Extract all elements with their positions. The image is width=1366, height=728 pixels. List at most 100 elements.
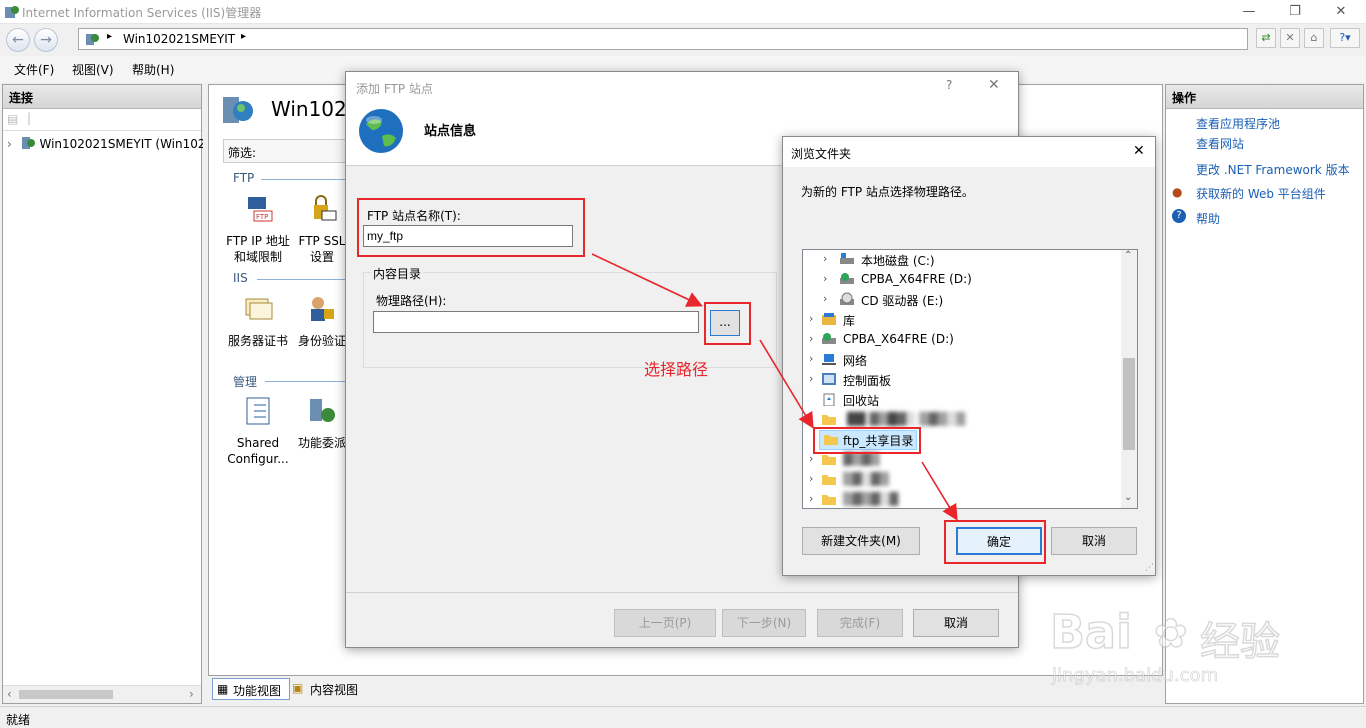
physical-path-input[interactable] [373,311,699,333]
action-get-web-platform[interactable]: 获取新的 Web 平台组件 [1196,185,1326,202]
browse-dialog-close-button[interactable]: ✕ [1133,143,1145,159]
chevron-right-icon[interactable]: › [809,312,813,325]
chevron-right-icon[interactable]: › [823,252,827,265]
resize-grip-icon[interactable]: ⋰ [1145,563,1154,573]
home-icon[interactable]: ⌂ [1304,28,1324,48]
tree-server-node[interactable]: › Win102021SMEYIT (Win102 [7,135,203,151]
user-lock-icon [311,297,334,321]
address-box[interactable]: ▸ Win102021SMEYIT ▸ [78,28,1248,50]
stop-icon[interactable]: ✕ [1280,28,1300,48]
tree-item-label: 控制面板 [843,374,892,388]
action-view-app-pools[interactable]: 查看应用程序池 [1196,115,1280,132]
tree-item-dvd-d-root[interactable]: › CPBA_X64FRE (D:) [809,330,1129,350]
globe-icon [359,109,403,153]
horizontal-scrollbar[interactable]: ‹ › [3,685,201,703]
action-help[interactable]: 帮助 [1196,210,1220,227]
browse-dialog-titlebar: 浏览文件夹 ✕ [783,137,1155,167]
close-button[interactable]: ✕ [1318,2,1364,22]
restore-button[interactable]: ❐ [1272,2,1318,22]
tree-server-label: Win102021SMEYIT (Win102 [39,137,203,151]
chevron-right-icon[interactable]: › [809,332,813,345]
scroll-up-icon[interactable]: ⌃ [1124,250,1132,261]
tree-item-local-disk[interactable]: › 本地磁盘 (C:) [823,250,1123,270]
new-connection-icon[interactable]: ▤ [7,112,18,126]
menu-view[interactable]: 视图(V) [72,61,114,78]
ftp-dialog-help-button[interactable]: ? [946,78,952,92]
connections-toolbar: ▤ | [3,109,201,131]
folder-icon [822,455,836,465]
tree-item-label: 库 [843,314,856,328]
feature-server-certificates[interactable]: 服务器证书 [223,293,293,349]
tree-item-cd-e[interactable]: › CD 驱动器 (E:) [823,290,1123,310]
feature-label: Shared Configur... [227,436,289,466]
back-arrow-icon[interactable]: ← [6,28,30,52]
scroll-thumb[interactable] [19,690,113,699]
tree-item-recycle-bin[interactable]: 回收站 [809,390,1129,410]
scroll-left-icon[interactable]: ‹ [7,687,12,701]
scroll-right-icon[interactable]: › [189,687,194,701]
tab-content-view-label: 内容视图 [310,683,359,697]
feature-ftp-ssl[interactable]: FTP SSL 设置 [297,193,347,265]
control-panel-icon [822,373,836,385]
prev-button[interactable]: 上一页(P) [614,609,716,637]
chevron-right-icon[interactable]: › [809,472,813,485]
chevron-right-icon[interactable]: › [823,272,827,285]
tree-item-redacted-4[interactable]: › ▒▓▒▓░▓ [809,490,1129,508]
checklist-icon [246,397,270,425]
folder-tree-scrollbar[interactable]: ⌃ ⌄ [1121,250,1137,508]
browse-cancel-button[interactable]: 取消 [1051,527,1137,555]
finish-button[interactable]: 完成(F) [817,609,903,637]
chevron-right-icon[interactable]: › [809,352,813,365]
toolbar-divider: | [27,111,32,125]
new-folder-button[interactable]: 新建文件夹(M) [802,527,920,555]
menu-file[interactable]: 文件(F) [14,61,54,78]
folder-icon [822,475,836,485]
hard-disk-icon [840,253,854,264]
tab-features-view[interactable]: ▦ 功能视图 [212,678,290,700]
ftp-dialog-close-button[interactable]: ✕ [988,77,1000,93]
chevron-right-icon[interactable]: › [809,492,813,505]
action-change-dotnet[interactable]: 更改 .NET Framework 版本 [1196,161,1350,178]
folder-tree[interactable]: › 本地磁盘 (C:) › CPBA_X64FRE (D:) › CD 驱动器 … [802,249,1138,509]
refresh-icon[interactable]: ⇄ [1256,28,1276,48]
feature-shared-config[interactable]: Shared Configur... [223,395,293,467]
feature-ftp-ip-restrictions[interactable]: FTP FTP IP 地址和域限制 [223,193,293,265]
annotation-box-browse [704,302,751,345]
recycle-bin-icon [823,393,835,406]
breadcrumb-server[interactable]: Win102021SMEYIT [123,32,235,46]
tree-item-label: 本地磁盘 (C:) [861,254,935,268]
filter-bar: 筛选: [223,139,353,163]
group-divider [257,279,351,280]
connections-panel: 连接 ▤ | › Win102021SMEYIT (Win102 ‹ › [2,84,203,704]
tab-content-view[interactable]: ▣ 内容视图 [292,678,372,700]
tree-item-dvd-d[interactable]: › CPBA_X64FRE (D:) [823,270,1123,290]
next-button[interactable]: 下一步(N) [722,609,806,637]
feature-authentication[interactable]: 身份验证 [297,293,347,349]
ftp-dialog-title: 添加 FTP 站点 [356,82,433,96]
group-management: 管理 [233,375,258,389]
feature-label: FTP IP 地址和域限制 [226,234,290,264]
ftp-cancel-button[interactable]: 取消 [913,609,999,637]
annotation-box-site-name [357,198,585,257]
breadcrumb-separator-end: ▸ [241,31,247,42]
library-icon [822,313,836,325]
status-bar: 就绪 [0,706,1366,728]
feature-delegation[interactable]: 功能委派 [297,395,347,451]
scroll-down-icon[interactable]: ⌄ [1124,492,1132,503]
chevron-right-icon[interactable]: › [823,292,827,305]
expand-chevron-icon[interactable]: › [7,137,12,151]
minimize-button[interactable]: — [1226,2,1272,22]
tree-item-label: CD 驱动器 (E:) [861,294,944,308]
tree-item-redacted-3[interactable]: › ▒▓░▓▒ [809,470,1129,490]
tree-item-libraries[interactable]: › 库 [809,310,1129,330]
help-dropdown-icon[interactable]: ?▾ [1330,28,1360,48]
action-view-sites[interactable]: 查看网站 [1196,135,1244,152]
web-platform-icon: ● [1172,185,1183,199]
chevron-right-icon[interactable]: › [809,372,813,385]
tree-item-control-panel[interactable]: › 控制面板 [809,370,1129,390]
lock-icon [314,195,337,221]
forward-arrow-icon[interactable]: → [34,28,58,52]
scroll-thumb[interactable] [1123,358,1135,450]
tree-item-network[interactable]: › 网络 [809,350,1129,370]
menu-help[interactable]: 帮助(H) [132,61,174,78]
